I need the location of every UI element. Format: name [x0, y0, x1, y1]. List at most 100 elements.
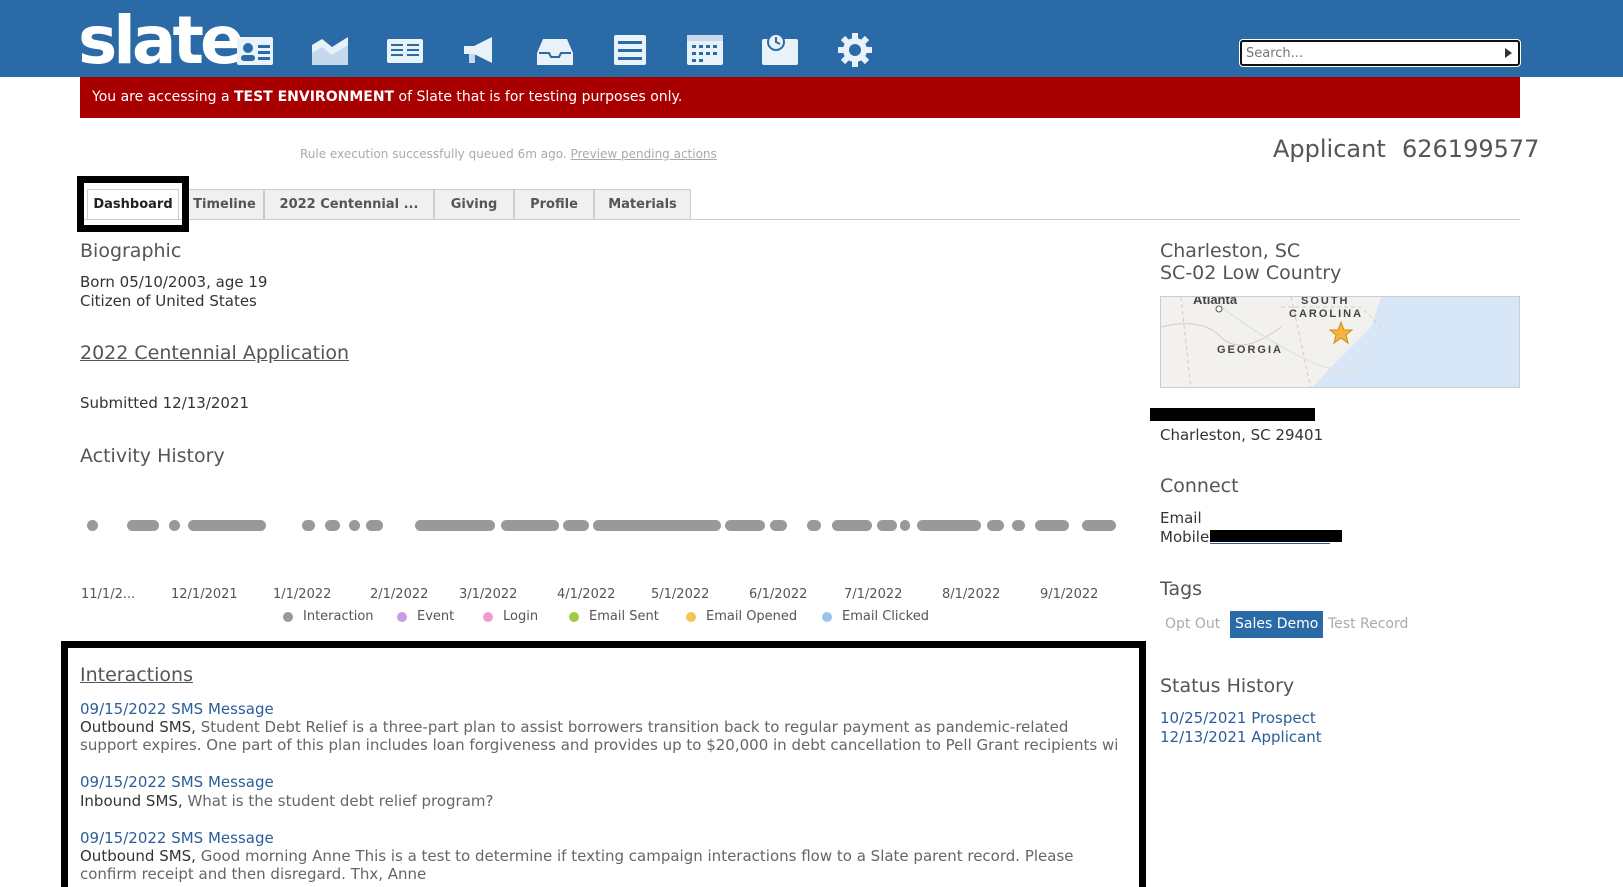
interaction-text: What is the student debt relief program? [182, 792, 494, 810]
activity-dot[interactable] [1035, 520, 1069, 531]
timeline-tick: 6/1/2022 [749, 587, 808, 602]
tag-opt-out[interactable]: Opt Out [1160, 611, 1225, 638]
map-label: GEORGIA [1217, 344, 1283, 356]
tags-heading: Tags [1160, 578, 1203, 600]
legend-email-clicked[interactable]: Email Clicked [822, 609, 929, 624]
activity-dot[interactable] [415, 520, 495, 531]
activity-dot[interactable] [127, 520, 159, 531]
activity-dot[interactable] [349, 520, 360, 531]
list-icon[interactable] [610, 31, 650, 69]
map-label: CAROLINA [1289, 308, 1363, 320]
activity-dot[interactable] [325, 520, 340, 531]
record-id: 626199577 [1402, 135, 1540, 163]
activity-dot[interactable] [366, 520, 383, 531]
activity-dot[interactable] [807, 520, 821, 531]
tab-materials[interactable]: Materials [594, 189, 691, 220]
legend-label: Event [417, 609, 455, 624]
activity-dot[interactable] [563, 520, 589, 531]
map-graphic: Atlanta SOUTH CAROLINA GEORGIA [1161, 297, 1519, 387]
tab-profile[interactable]: Profile [514, 189, 594, 220]
activity-dot[interactable] [87, 520, 98, 531]
legend-email-opened[interactable]: Email Opened [686, 609, 797, 624]
timeline-tick: 1/1/2022 [273, 587, 332, 602]
application-link[interactable]: 2022 Centennial Application [80, 342, 349, 364]
dashboard-tab-highlight [77, 176, 189, 232]
record-type: Applicant [1273, 135, 1386, 163]
timeline-tick: 5/1/2022 [651, 587, 710, 602]
timeline-tick: 4/1/2022 [557, 587, 616, 602]
interaction-kind: Outbound SMS, [80, 847, 196, 865]
activity-dot[interactable] [188, 520, 266, 531]
interaction-body: Outbound SMS, Student Debt Relief is a t… [80, 718, 1120, 754]
banner-emphasis: TEST ENVIRONMENT [233, 89, 395, 105]
rule-status-text: Rule execution successfully queued 6m ag… [300, 147, 571, 161]
inbox-icon[interactable] [535, 31, 575, 69]
activity-dot[interactable] [770, 520, 787, 531]
activity-dot[interactable] [987, 520, 1004, 531]
birth-info: Born 05/10/2003, age 19 [80, 273, 268, 291]
legend-label: Email Sent [589, 609, 659, 624]
interaction-body: Inbound SMS, What is the student debt re… [80, 792, 1120, 810]
tag-sales-demo[interactable]: Sales Demo [1230, 611, 1324, 638]
search-submit-arrow-icon[interactable] [1505, 48, 1512, 58]
activity-dot[interactable] [917, 520, 981, 531]
location-district: SC-02 Low Country [1160, 262, 1342, 284]
interaction-date-link[interactable]: 09/15/2022 SMS Message [80, 700, 274, 718]
biographic-heading: Biographic [80, 240, 182, 262]
mobile-link-underline[interactable] [1210, 543, 1330, 544]
contact-card-icon[interactable] [235, 31, 275, 69]
activity-history-heading: Activity History [80, 445, 225, 467]
activity-dot[interactable] [169, 520, 180, 531]
legend-interaction[interactable]: Interaction [283, 609, 374, 624]
timeline-tick: 7/1/2022 [844, 587, 903, 602]
interactions-heading[interactable]: Interactions [80, 664, 193, 686]
reader-icon[interactable] [385, 31, 425, 69]
legend-login[interactable]: Login [483, 609, 538, 624]
citizenship: Citizen of United States [80, 292, 257, 310]
activity-dot[interactable] [593, 520, 721, 531]
banner-suffix: of Slate that is for testing purposes on… [394, 89, 683, 105]
tab-application[interactable]: 2022 Centennial ... [264, 189, 434, 220]
preview-pending-actions-link[interactable]: Preview pending actions [570, 147, 716, 161]
activity-dot[interactable] [725, 520, 765, 531]
address-line-2: Charleston, SC 29401 [1160, 426, 1324, 444]
map-label: SOUTH [1301, 297, 1350, 307]
activity-dot[interactable] [877, 520, 897, 531]
calendar-icon[interactable] [685, 31, 725, 69]
legend-swatch [483, 611, 493, 622]
legend-swatch [569, 611, 579, 622]
location-city: Charleston, SC [1160, 240, 1301, 262]
activity-dot[interactable] [1082, 520, 1116, 531]
submitted-date: Submitted 12/13/2021 [80, 394, 250, 412]
activity-dot[interactable] [1012, 520, 1025, 531]
legend-event[interactable]: Event [397, 609, 454, 624]
activity-dot[interactable] [832, 520, 872, 531]
status-history-item[interactable]: 12/13/2021 Applicant [1160, 728, 1322, 746]
legend-label: Email Clicked [842, 609, 929, 624]
tab-giving[interactable]: Giving [434, 189, 514, 220]
location-map[interactable]: Atlanta SOUTH CAROLINA GEORGIA [1160, 296, 1520, 388]
chart-icon[interactable] [310, 31, 350, 69]
slate-logo[interactable]: slate [78, 6, 245, 76]
tab-divider [80, 219, 1520, 220]
status-history-heading: Status History [1160, 675, 1295, 697]
activity-dot[interactable] [501, 520, 559, 531]
timeline-tick: 9/1/2022 [1040, 587, 1099, 602]
address-redaction [1150, 408, 1315, 421]
top-nav-bar: slate [0, 0, 1623, 77]
interaction-date-link[interactable]: 09/15/2022 SMS Message [80, 773, 274, 791]
status-history-item[interactable]: 10/25/2021 Prospect [1160, 709, 1316, 727]
legend-label: Interaction [303, 609, 374, 624]
tab-timeline[interactable]: Timeline [185, 189, 264, 220]
tag-test-record[interactable]: Test Record [1323, 611, 1413, 638]
interaction-body: Outbound SMS, Good morning Anne This is … [80, 847, 1120, 883]
legend-email-sent[interactable]: Email Sent [569, 609, 659, 624]
clock-icon[interactable] [760, 31, 800, 69]
activity-dot[interactable] [900, 520, 910, 531]
megaphone-icon[interactable] [460, 31, 500, 69]
interaction-date-link[interactable]: 09/15/2022 SMS Message [80, 829, 274, 847]
search-input[interactable] [1246, 44, 1496, 62]
interaction-kind: Inbound SMS, [80, 792, 183, 810]
activity-dot[interactable] [302, 520, 315, 531]
gear-icon[interactable] [835, 31, 875, 69]
